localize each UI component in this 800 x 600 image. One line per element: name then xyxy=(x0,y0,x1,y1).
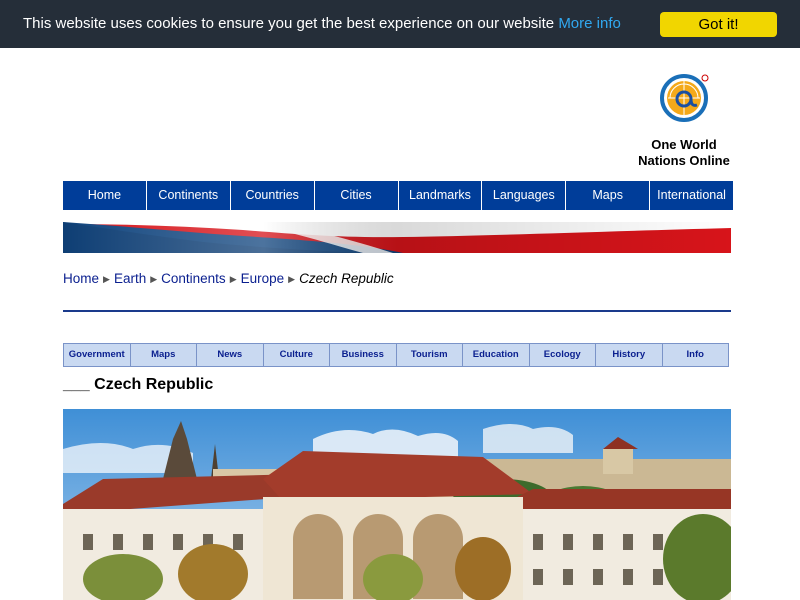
one-world-logo-icon[interactable] xyxy=(658,72,710,124)
nav-cities[interactable]: Cities xyxy=(315,181,399,210)
subnav-ecology[interactable]: Ecology xyxy=(530,344,596,366)
logo-line-2: Nations Online xyxy=(638,153,730,168)
prague-photo xyxy=(63,409,731,600)
main-navigation: Home Continents Countries Cities Landmar… xyxy=(63,181,733,210)
logo-line-1: One World xyxy=(651,137,717,152)
czech-flag-banner xyxy=(63,222,731,253)
subnav-education[interactable]: Education xyxy=(463,344,530,366)
got-it-button[interactable]: Got it! xyxy=(660,12,777,37)
breadcrumb-arrow-icon: ▶ xyxy=(229,274,237,284)
breadcrumb-home[interactable]: Home xyxy=(63,271,99,286)
nav-home[interactable]: Home xyxy=(63,181,147,210)
subnav-culture[interactable]: Culture xyxy=(264,344,330,366)
cookie-banner: This website uses cookies to ensure you … xyxy=(0,0,800,48)
breadcrumb-arrow-icon: ▶ xyxy=(103,274,110,284)
nav-maps[interactable]: Maps xyxy=(566,181,651,210)
breadcrumb-arrow-icon: ▶ xyxy=(150,274,158,284)
breadcrumb-europe[interactable]: Europe xyxy=(241,271,285,286)
subnav-maps[interactable]: Maps xyxy=(131,344,197,366)
page-title: ___ Czech Republic xyxy=(63,376,214,393)
nav-countries[interactable]: Countries xyxy=(231,181,315,210)
more-info-link[interactable]: More info xyxy=(558,15,621,32)
breadcrumb-continents[interactable]: Continents xyxy=(161,271,226,286)
breadcrumb: Home ▶ Earth ▶ Continents ▶ Europe ▶ Czech Repub… xyxy=(63,271,394,286)
nav-languages[interactable]: Languages xyxy=(482,181,567,210)
breadcrumb-current: Czech Republic xyxy=(299,271,394,286)
cookie-message: This website uses cookies to ensure you … xyxy=(23,15,621,32)
subnav-business[interactable]: Business xyxy=(330,344,397,366)
subnav-history[interactable]: History xyxy=(596,344,663,366)
divider xyxy=(63,310,731,312)
nav-international[interactable]: International xyxy=(650,181,733,210)
cookie-message-text: This website uses cookies to ensure you … xyxy=(23,15,555,32)
subnav-news[interactable]: News xyxy=(197,344,264,366)
subnav-info[interactable]: Info xyxy=(663,344,729,366)
country-sub-navigation: Government Maps News Culture Business To… xyxy=(63,343,729,367)
logo-text: One World Nations Online xyxy=(628,137,740,169)
breadcrumb-earth[interactable]: Earth xyxy=(114,271,146,286)
breadcrumb-arrow-icon: ▶ xyxy=(288,274,296,284)
subnav-government[interactable]: Government xyxy=(64,344,131,366)
nav-continents[interactable]: Continents xyxy=(147,181,231,210)
nav-landmarks[interactable]: Landmarks xyxy=(399,181,483,210)
subnav-tourism[interactable]: Tourism xyxy=(397,344,463,366)
